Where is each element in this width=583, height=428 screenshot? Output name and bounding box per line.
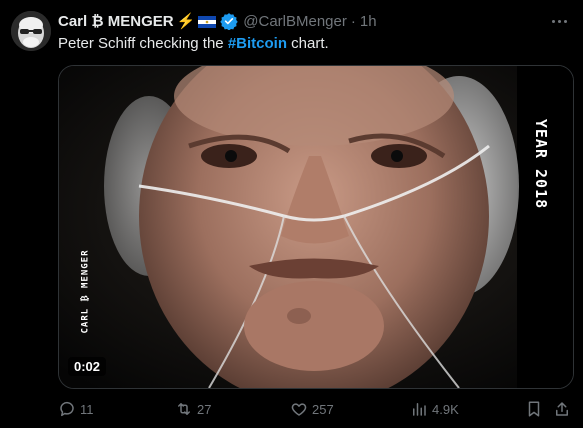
analytics-icon	[413, 403, 426, 416]
video-frame-image	[59, 66, 573, 388]
more-dot	[551, 19, 555, 23]
watermark-left-text: CARL ₿ MENGER	[80, 248, 91, 334]
watermark-right-text: YEAR 2018	[532, 118, 550, 210]
verified-badge-icon	[220, 12, 238, 31]
lightning-icon: ⚡	[176, 13, 196, 30]
share-icon	[556, 402, 568, 416]
reply-icon	[60, 401, 74, 417]
tweet-text-after: chart.	[287, 35, 329, 52]
avatar[interactable]	[11, 11, 51, 51]
el-salvador-flag-icon	[198, 15, 217, 28]
avatar-image	[11, 11, 51, 51]
video-duration-badge: 0:02	[68, 357, 107, 376]
timestamp[interactable]: 1h	[360, 13, 377, 30]
repost-button[interactable]: 27	[175, 397, 211, 421]
watermark-left: CARL ₿ MENGER	[70, 236, 100, 346]
video-player[interactable]: CARL ₿ MENGER YEAR 2018 0:02	[58, 65, 574, 389]
share-button[interactable]	[553, 397, 571, 421]
like-count: 257	[312, 401, 334, 417]
display-name[interactable]: Carl ₿ MENGER	[58, 13, 174, 30]
more-dot	[563, 19, 567, 23]
views-count: 4.9K	[432, 401, 459, 417]
tweet-text-before: Peter Schiff checking the	[58, 35, 228, 52]
bookmark-icon	[528, 401, 540, 417]
views-button[interactable]: 4.9K	[410, 397, 459, 421]
reply-button[interactable]: 11	[58, 397, 94, 421]
author-handle[interactable]: @CarlBMenger	[243, 13, 347, 30]
more-options-button[interactable]	[547, 9, 571, 33]
tweet-text: Peter Schiff checking the #Bitcoin chart…	[58, 34, 329, 54]
more-dot	[557, 19, 561, 23]
hashtag-link[interactable]: #Bitcoin	[228, 35, 287, 52]
tweet-header: Carl ₿ MENGER ⚡ @CarlBMenger · 1h	[58, 11, 571, 31]
heart-icon	[291, 403, 307, 416]
watermark-right: YEAR 2018	[527, 104, 555, 224]
bookmark-button[interactable]	[525, 397, 543, 421]
like-button[interactable]: 257	[290, 397, 334, 421]
reply-count: 11	[80, 401, 94, 417]
repost-count: 27	[197, 401, 212, 417]
separator-dot: ·	[350, 12, 356, 30]
tweet-actions-bar: 11 27 257 4.9K	[50, 397, 580, 421]
repost-icon	[178, 403, 190, 415]
